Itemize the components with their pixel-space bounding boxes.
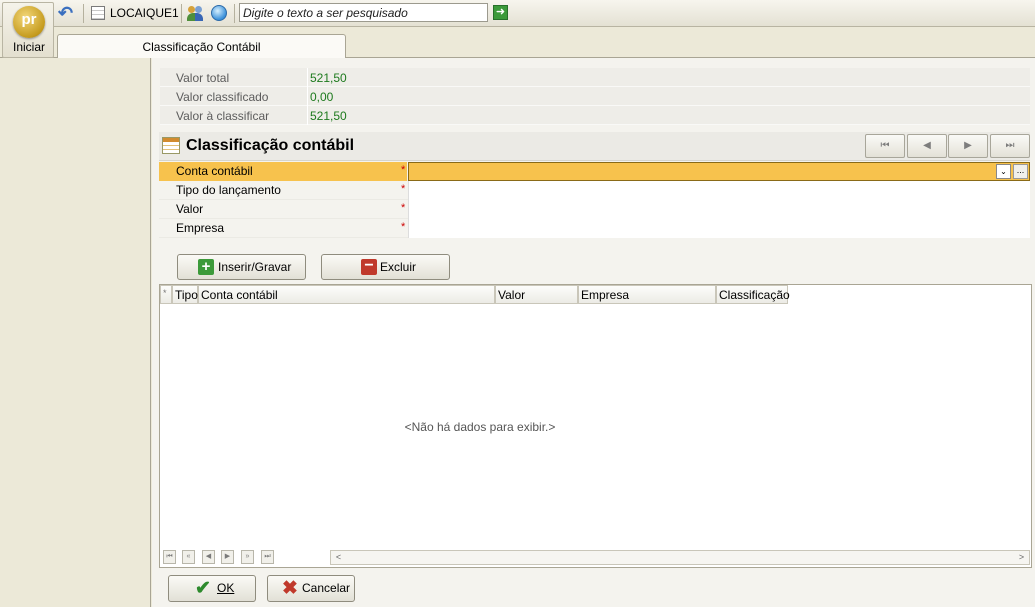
search-input[interactable] bbox=[239, 3, 488, 22]
field-valor: Valor * bbox=[159, 200, 1030, 219]
tipo-lancamento-input[interactable] bbox=[408, 181, 1030, 200]
data-grid: * Tipo Conta contábil Valor Empresa Clas… bbox=[159, 284, 1032, 568]
summary-value: 0,00 bbox=[310, 90, 334, 104]
grid-nav-last[interactable]: ⏭ bbox=[261, 550, 274, 564]
required-marker: * bbox=[401, 202, 406, 214]
summary-row-total: Valor total 521,50 bbox=[160, 68, 1030, 87]
cancel-label: Cancelar bbox=[302, 581, 351, 595]
logo: pr bbox=[13, 6, 45, 38]
scroll-right-icon[interactable]: > bbox=[1014, 551, 1029, 564]
tab-classificacao-contabil[interactable]: Classificação Contábil bbox=[57, 34, 346, 58]
insert-label: Inserir/Gravar bbox=[218, 260, 292, 274]
horizontal-scrollbar[interactable]: < > bbox=[330, 550, 1030, 565]
summary-label: Valor total bbox=[176, 71, 230, 85]
field-tipo-lancamento: Tipo do lançamento * bbox=[159, 181, 1030, 200]
undo-icon[interactable]: ↶ bbox=[58, 4, 76, 22]
summary-value: 521,50 bbox=[310, 71, 347, 85]
grid-nav-next[interactable]: ▶ bbox=[221, 550, 234, 564]
summary-row-a-classificar: Valor à classificar 521,50 bbox=[160, 106, 1030, 125]
nav-prev-button[interactable]: ◀ bbox=[907, 134, 947, 158]
summary-label: Valor à classificar bbox=[176, 109, 270, 123]
field-empresa: Empresa * bbox=[159, 219, 1030, 238]
column-header-empresa[interactable]: Empresa bbox=[578, 285, 716, 304]
table-icon bbox=[162, 137, 180, 154]
field-label: Conta contábil bbox=[159, 162, 407, 181]
grid-nav-prev[interactable]: ◀ bbox=[202, 550, 215, 564]
ok-button[interactable]: ✔ OK bbox=[168, 575, 256, 602]
summary-panel: Valor total 521,50 Valor classificado 0,… bbox=[160, 68, 1030, 125]
nav-first-button[interactable]: ⏮ bbox=[865, 134, 905, 158]
section-title: Classificação contábil bbox=[186, 137, 355, 154]
start-button[interactable]: pr Iniciar bbox=[2, 2, 54, 58]
column-header-tipo[interactable]: Tipo bbox=[172, 285, 198, 304]
toolbar-separator bbox=[181, 4, 182, 23]
users-icon[interactable] bbox=[187, 5, 205, 23]
left-panel bbox=[0, 58, 151, 607]
delete-label: Excluir bbox=[380, 260, 417, 274]
cancel-button[interactable]: ✖ Cancelar bbox=[267, 575, 355, 602]
summary-label: Valor classificado bbox=[176, 90, 269, 104]
field-conta-contabil: Conta contábil * ⌄ ... bbox=[159, 162, 1030, 181]
grid-nav-first[interactable]: ⏮ bbox=[163, 550, 176, 564]
form: Conta contábil * ⌄ ... Tipo do lançament… bbox=[159, 162, 1030, 238]
field-label: Empresa bbox=[176, 221, 225, 235]
top-toolbar: ↶ LOCAIQUE1 ➜ bbox=[0, 0, 1035, 27]
delete-button[interactable]: − Excluir bbox=[321, 254, 450, 280]
plus-icon: + bbox=[198, 259, 214, 275]
section-header: Classificação contábil ⏮ ◀ ▶ ⏭ bbox=[159, 132, 1030, 161]
conta-contabil-input[interactable]: ⌄ ... bbox=[408, 162, 1030, 181]
empty-message: <Não há dados para exibir.> bbox=[404, 420, 556, 434]
required-marker: * bbox=[401, 221, 406, 233]
column-header-classificacao[interactable]: Classificação bbox=[716, 285, 790, 304]
required-marker: * bbox=[401, 183, 406, 195]
field-label: Valor bbox=[176, 202, 204, 216]
summary-row-classificado: Valor classificado 0,00 bbox=[160, 87, 1030, 106]
toolbar-separator bbox=[234, 4, 235, 23]
company-icon[interactable] bbox=[91, 6, 105, 20]
check-icon: ✔ bbox=[195, 578, 211, 599]
valor-input[interactable] bbox=[408, 200, 1030, 219]
nav-last-button[interactable]: ⏭ bbox=[990, 134, 1030, 158]
minus-icon: − bbox=[361, 258, 377, 275]
column-header-indicator[interactable]: * bbox=[160, 285, 172, 304]
scroll-left-icon[interactable]: < bbox=[331, 551, 346, 564]
globe-icon[interactable] bbox=[211, 5, 227, 21]
company-label[interactable]: LOCAIQUE1 bbox=[110, 6, 179, 20]
ok-label: OK bbox=[217, 581, 235, 595]
grid-nav-prev-page[interactable]: « bbox=[182, 550, 195, 564]
required-marker: * bbox=[401, 164, 406, 176]
start-label: Iniciar bbox=[12, 40, 45, 54]
ellipsis-button[interactable]: ... bbox=[1013, 164, 1028, 179]
chevron-down-icon[interactable]: ⌄ bbox=[996, 164, 1011, 179]
arrow-right-icon[interactable]: ➜ bbox=[493, 5, 508, 20]
insert-button[interactable]: + Inserir/Gravar bbox=[177, 254, 306, 280]
column-header-conta-contabil[interactable]: Conta contábil bbox=[198, 285, 495, 304]
grid-nav-next-page[interactable]: » bbox=[241, 550, 254, 564]
column-header-valor[interactable]: Valor bbox=[495, 285, 578, 304]
field-label: Tipo do lançamento bbox=[176, 183, 281, 197]
main-content: Valor total 521,50 Valor classificado 0,… bbox=[152, 58, 1035, 607]
nav-next-button[interactable]: ▶ bbox=[948, 134, 988, 158]
empresa-input[interactable] bbox=[408, 219, 1030, 238]
close-icon: ✖ bbox=[282, 578, 298, 599]
summary-value: 521,50 bbox=[310, 109, 347, 123]
toolbar-separator bbox=[83, 4, 84, 23]
